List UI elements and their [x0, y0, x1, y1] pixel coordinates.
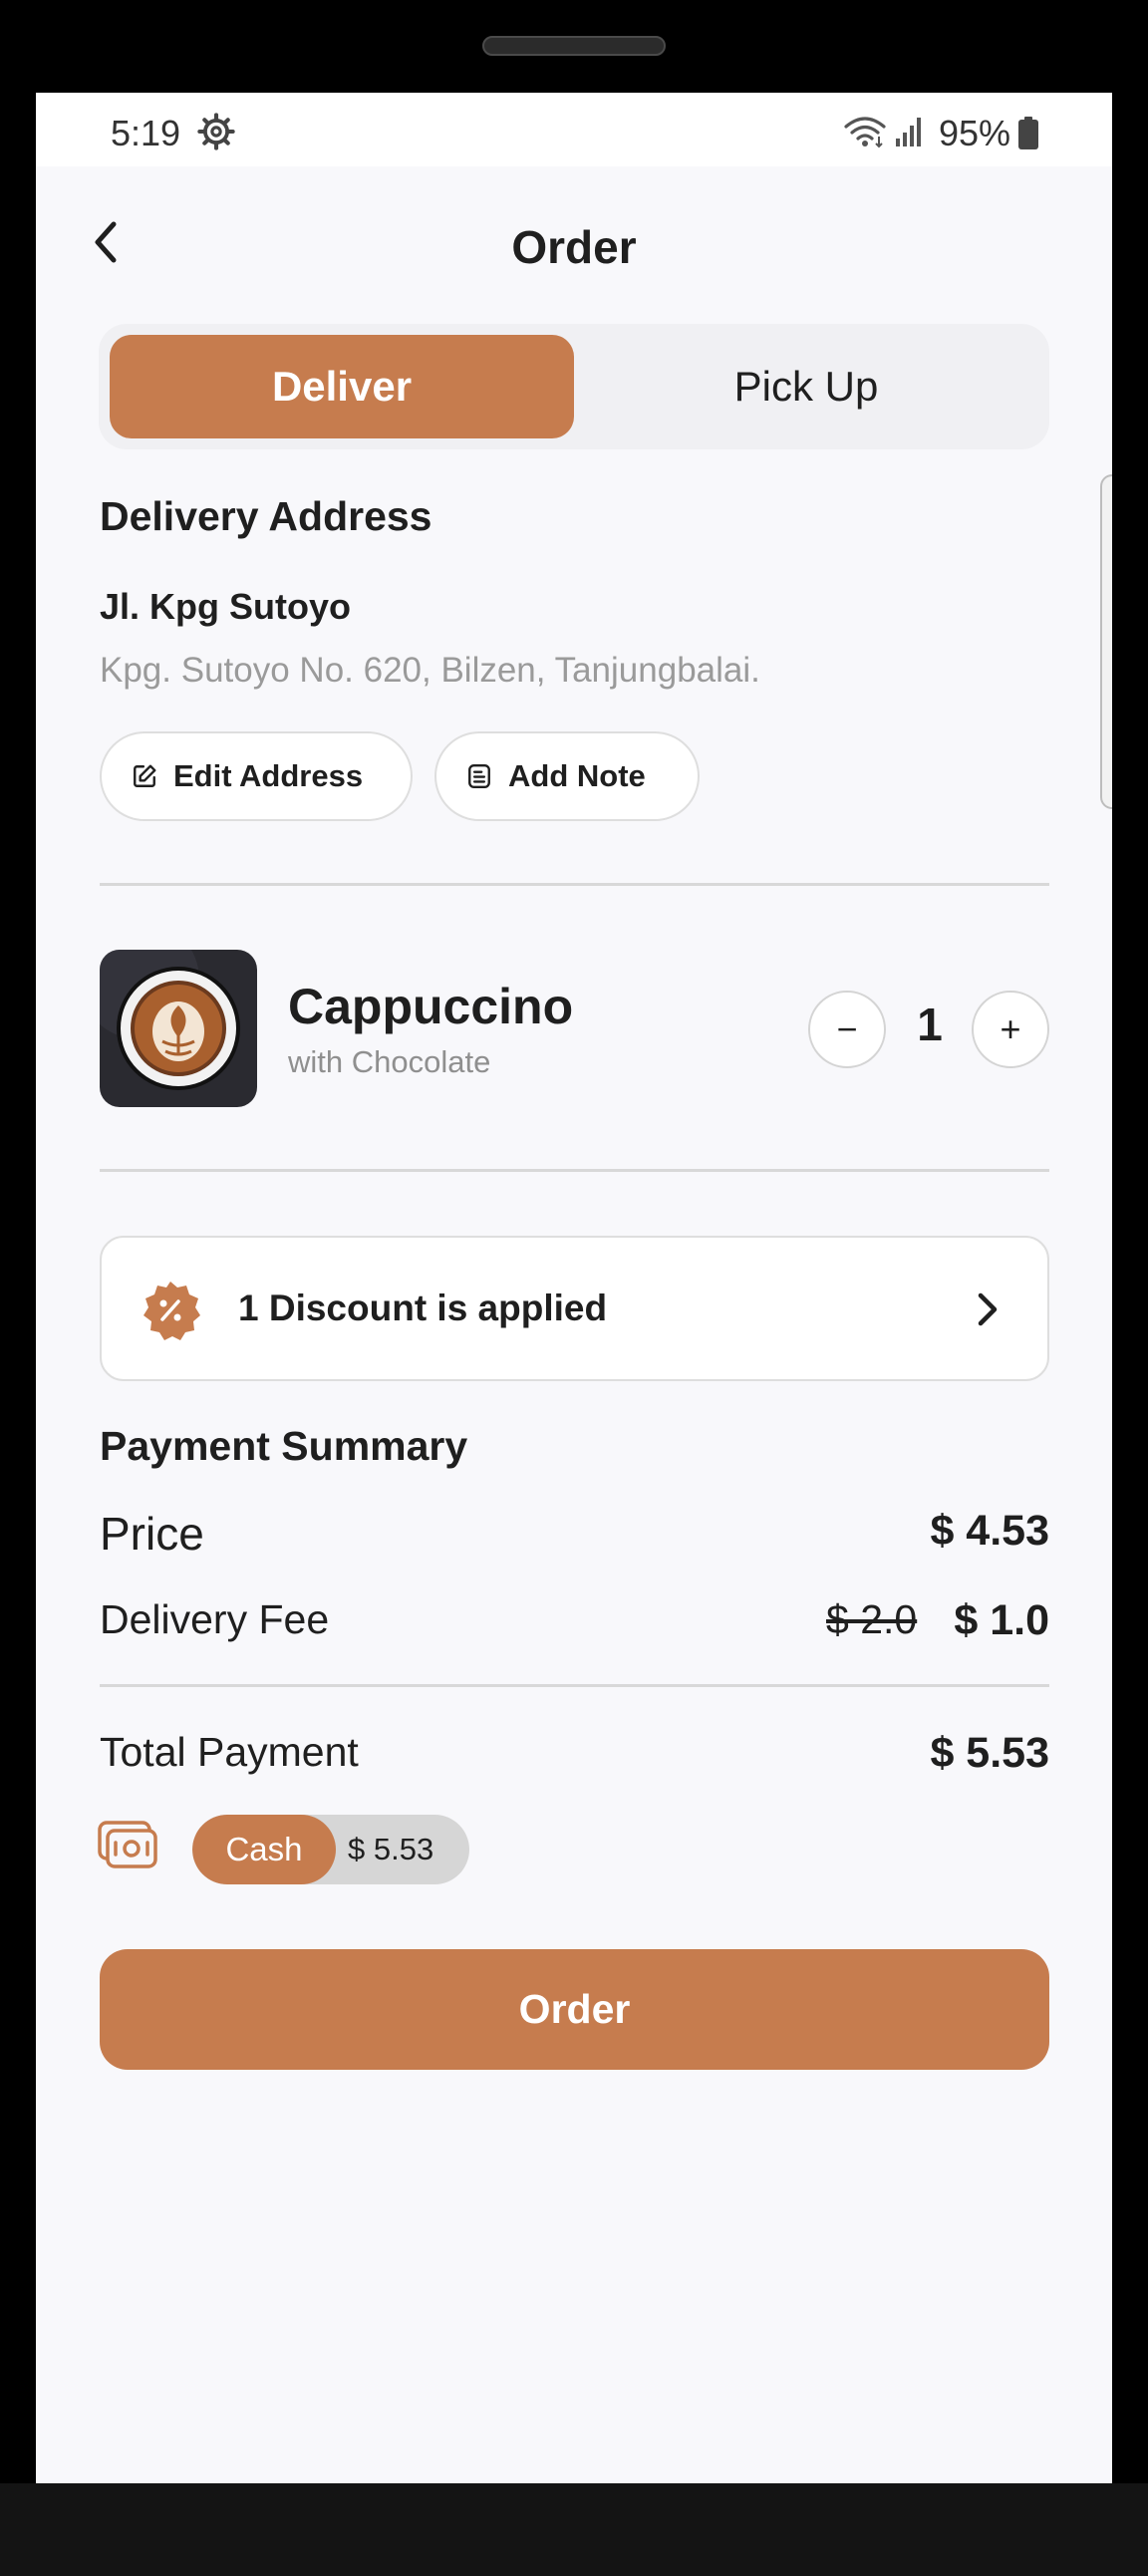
deliver-tab[interactable]: Deliver	[110, 335, 574, 438]
signal-icon	[896, 118, 921, 146]
address-name: Jl. Kpg Sutoyo	[100, 586, 351, 627]
increase-quantity-button[interactable]: +	[972, 991, 1049, 1068]
address-detail: Kpg. Sutoyo No. 620, Bilzen, Tanjungbala…	[100, 651, 760, 690]
discount-badge-icon	[144, 1282, 200, 1340]
page-title: Order	[511, 221, 637, 273]
order-button[interactable]: Order	[100, 1949, 1049, 2070]
divider	[100, 1169, 1049, 1172]
product-variant: with Chocolate	[288, 1044, 491, 1079]
pickup-tab[interactable]: Pick Up	[574, 335, 1038, 438]
total-payment-value: $ 5.53	[930, 1729, 1049, 1777]
delivery-fee-original: $ 2.0	[826, 1596, 918, 1642]
minus-icon: −	[836, 1008, 858, 1049]
delivery-mode-toggle: Deliver Pick Up	[99, 324, 1049, 449]
edge-panel-handle[interactable]	[1100, 474, 1112, 809]
payment-method-label: Cash	[192, 1815, 336, 1884]
delivery-fee-label: Delivery Fee	[100, 1596, 330, 1642]
app-screen: 5:19 95% Order Deliver Pick Up Delivery …	[36, 93, 1112, 2484]
cash-icon	[98, 1821, 157, 1868]
discount-row[interactable]: 1 Discount is applied	[100, 1236, 1049, 1381]
note-icon	[468, 763, 490, 789]
phone-speaker	[482, 36, 666, 56]
product-image	[100, 950, 257, 1107]
delivery-address-heading: Delivery Address	[100, 493, 432, 539]
battery-icon	[1018, 117, 1038, 149]
product-name: Cappuccino	[288, 979, 574, 1034]
payment-summary-heading: Payment Summary	[100, 1423, 468, 1469]
total-payment-label: Total Payment	[100, 1729, 359, 1775]
payment-method-amount: $ 5.53	[348, 1832, 434, 1866]
status-bar: 5:19 95%	[36, 93, 1112, 166]
phone-bottom-bezel	[0, 2483, 1148, 2576]
price-label: Price	[100, 1508, 204, 1560]
delivery-fee-value: $ 1.0	[954, 1596, 1049, 1644]
add-note-button[interactable]: Add Note	[434, 731, 700, 821]
battery-percent: 95%	[939, 113, 1011, 153]
add-note-label: Add Note	[508, 758, 646, 793]
edit-icon	[134, 764, 156, 787]
status-time: 5:19	[111, 113, 181, 153]
divider	[100, 883, 1049, 886]
edit-address-label: Edit Address	[173, 758, 364, 793]
settings-gear-icon	[197, 113, 235, 150]
price-value: $ 4.53	[930, 1507, 1049, 1555]
divider	[100, 1684, 1049, 1687]
chevron-right-icon	[978, 1292, 998, 1326]
plus-icon: +	[1000, 1008, 1021, 1049]
wifi-icon	[844, 117, 886, 148]
payment-method-selector[interactable]: Cash $ 5.53	[192, 1815, 469, 1884]
quantity-value: 1	[917, 999, 943, 1050]
edit-address-button[interactable]: Edit Address	[100, 731, 413, 821]
discount-label: 1 Discount is applied	[238, 1288, 608, 1328]
decrease-quantity-button[interactable]: −	[808, 991, 886, 1068]
